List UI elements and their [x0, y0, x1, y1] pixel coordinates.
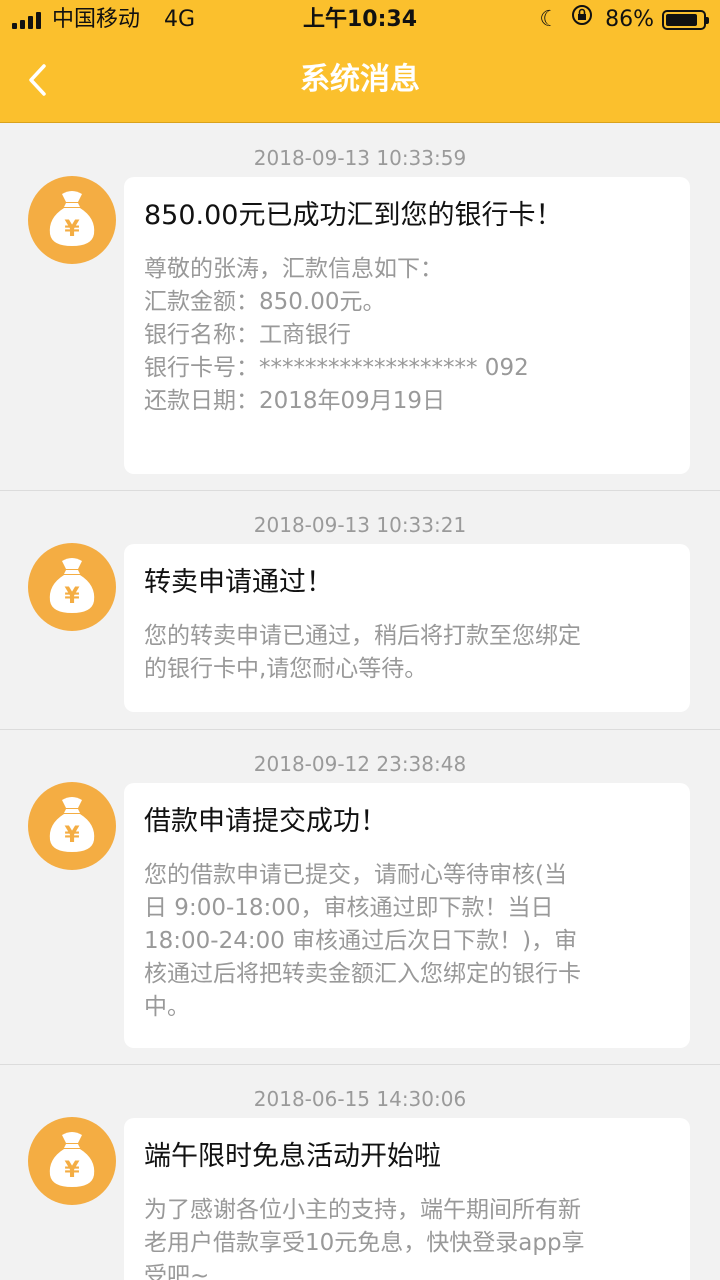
navigation-bar: 系统消息	[0, 40, 720, 123]
page-title: 系统消息	[300, 62, 420, 97]
rotation-lock-icon	[571, 0, 593, 40]
money-bag-icon: ¥	[28, 782, 116, 870]
svg-text:¥: ¥	[64, 584, 80, 609]
message-item: 2018-09-13 10:33:59 ¥ 850.00元已成功汇到您的银行卡！…	[0, 124, 720, 491]
message-time: 2018-09-13 10:33:59	[253, 146, 467, 170]
message-card[interactable]: 转卖申请通过！ 您的转卖申请已通过，稍后将打款至您绑定 的银行卡中,请您耐心等待…	[124, 544, 690, 712]
message-line: 还款日期：2018年09月19日	[144, 388, 446, 414]
do-not-disturb-icon: ☾	[539, 7, 560, 32]
message-card[interactable]: 850.00元已成功汇到您的银行卡！ 尊敬的张涛，汇款信息如下： 汇款金额：85…	[124, 177, 690, 474]
message-item: 2018-06-15 14:30:06 ¥ 端午限时免息活动开始啦 为了感谢各位…	[0, 1065, 720, 1280]
message-line: 老用户借款享受10元免息，快快登录app享	[144, 1230, 585, 1256]
money-bag-icon: ¥	[28, 1117, 116, 1205]
message-time: 2018-06-15 14:30:06	[253, 1087, 467, 1111]
message-title: 850.00元已成功汇到您的银行卡！	[144, 200, 563, 231]
status-bar: 中国移动 4G 上午10:34 ☾ 86%	[0, 0, 720, 40]
message-time: 2018-09-12 23:38:48	[253, 752, 467, 776]
message-title: 借款申请提交成功！	[144, 806, 387, 837]
message-line: 银行卡号：******************* 092	[144, 355, 529, 381]
message-line: 您的借款申请已提交，请耐心等待审核(当	[144, 862, 567, 888]
message-body: 您的借款申请已提交，请耐心等待审核(当 日 9:00-18:00，审核通过即下款…	[144, 859, 670, 1024]
message-title: 端午限时免息活动开始啦	[144, 1141, 441, 1172]
message-title: 转卖申请通过！	[144, 567, 333, 598]
battery-level	[666, 14, 697, 26]
money-bag-icon: ¥	[28, 543, 116, 631]
message-body: 为了感谢各位小主的支持，端午期间所有新 老用户借款享受10元免息，快快登录app…	[144, 1194, 670, 1280]
message-line: 为了感谢各位小主的支持，端午期间所有新	[144, 1197, 581, 1223]
svg-text:¥: ¥	[64, 217, 80, 242]
message-line: 中。	[144, 994, 190, 1020]
message-line: 的银行卡中,请您耐心等待。	[144, 656, 428, 682]
message-body: 您的转卖申请已通过，稍后将打款至您绑定 的银行卡中,请您耐心等待。	[144, 620, 670, 686]
status-right: ☾ 86%	[539, 0, 709, 40]
message-line: 汇款金额：850.00元。	[144, 289, 386, 315]
message-card[interactable]: 借款申请提交成功！ 您的借款申请已提交，请耐心等待审核(当 日 9:00-18:…	[124, 783, 690, 1048]
money-bag-icon: ¥	[28, 176, 116, 264]
message-line: 受吧~	[144, 1263, 210, 1280]
svg-text:¥: ¥	[64, 823, 80, 848]
message-time: 2018-09-13 10:33:21	[253, 513, 467, 537]
message-line: 银行名称：工商银行	[144, 322, 351, 348]
message-body: 尊敬的张涛，汇款信息如下： 汇款金额：850.00元。 银行名称：工商银行 银行…	[144, 253, 670, 418]
app-header: 中国移动 4G 上午10:34 ☾ 86% 系统消息	[0, 0, 720, 123]
svg-text:¥: ¥	[64, 1158, 80, 1183]
message-item: 2018-09-13 10:33:21 ¥ 转卖申请通过！ 您的转卖申请已通过，…	[0, 491, 720, 730]
battery-percent: 86%	[605, 7, 654, 32]
message-list: 2018-09-13 10:33:59 ¥ 850.00元已成功汇到您的银行卡！…	[0, 124, 720, 1280]
message-line: 您的转卖申请已通过，稍后将打款至您绑定	[144, 623, 581, 649]
battery-icon	[662, 10, 709, 30]
message-card[interactable]: 端午限时免息活动开始啦 为了感谢各位小主的支持，端午期间所有新 老用户借款享受1…	[124, 1118, 690, 1280]
message-line: 18:00-24:00 审核通过后次日下款！)，审	[144, 928, 578, 954]
message-line: 尊敬的张涛，汇款信息如下：	[144, 256, 443, 282]
message-item: 2018-09-12 23:38:48 ¥ 借款申请提交成功！ 您的借款申请已提…	[0, 730, 720, 1065]
message-line: 核通过后将把转卖金额汇入您绑定的银行卡	[144, 961, 581, 987]
message-line: 日 9:00-18:00，审核通过即下款！当日	[144, 895, 554, 921]
